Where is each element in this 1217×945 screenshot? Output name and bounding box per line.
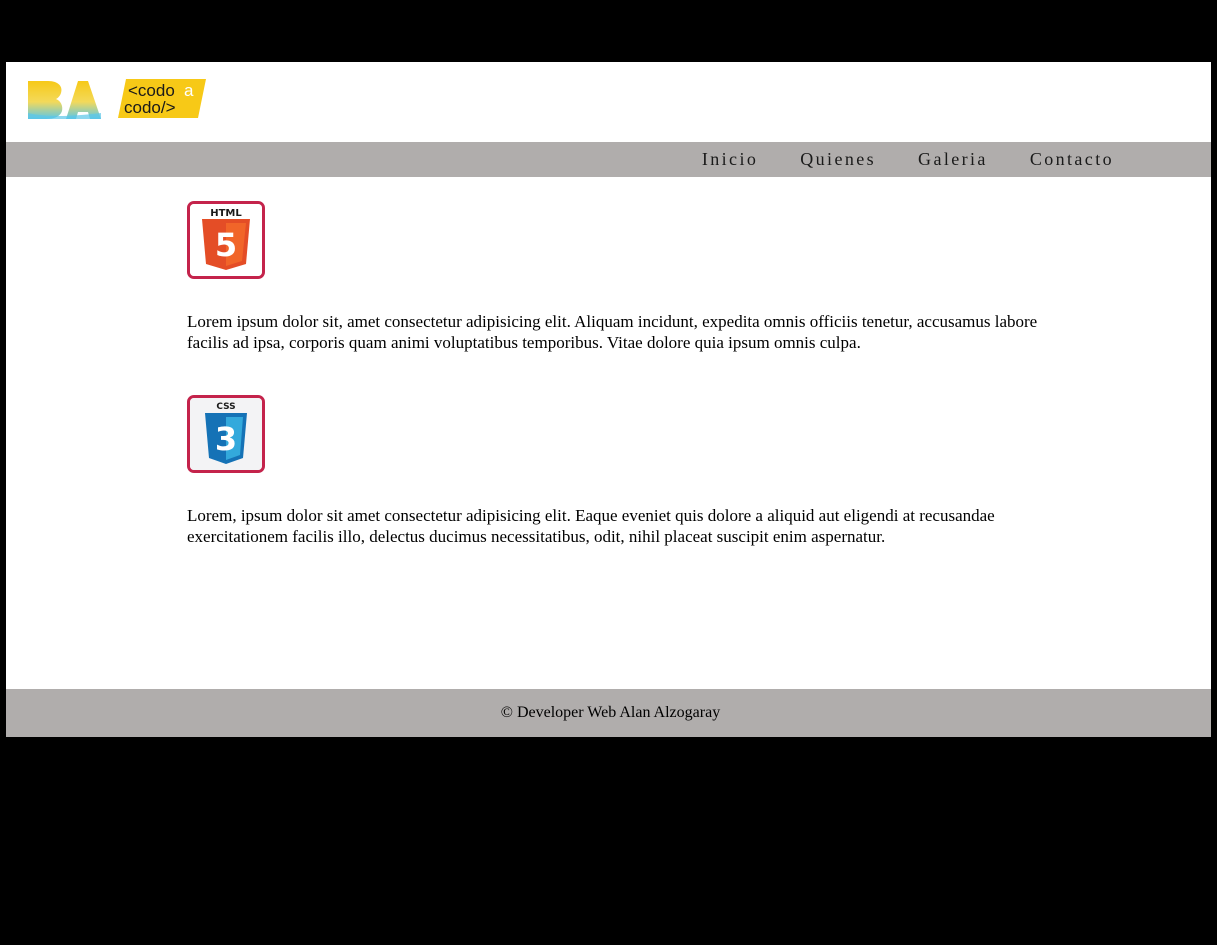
svg-text:codo/>: codo/> — [124, 98, 176, 117]
nav-link-galeria[interactable]: Galeria — [918, 149, 988, 170]
footer-copyright: © Developer Web Alan Alzogaray — [500, 704, 721, 721]
svg-text:HTML: HTML — [210, 208, 242, 219]
css3-icon: CSS 3 — [190, 398, 262, 470]
main-content: HTML 5 Lorem ipsum dolor sit, amet conse… — [187, 201, 1047, 547]
nav-link-contacto[interactable]: Contacto — [1030, 149, 1114, 170]
ba-logo[interactable]: BA — [26, 79, 102, 121]
html-description: Lorem ipsum dolor sit, amet consectetur … — [187, 312, 1038, 352]
svg-text:a: a — [184, 81, 194, 100]
svg-text:CSS: CSS — [216, 402, 235, 412]
css-description: Lorem, ipsum dolor sit amet consectetur … — [187, 506, 995, 546]
html-section: HTML 5 Lorem ipsum dolor sit, amet conse… — [187, 201, 1047, 353]
nav-link-quienes[interactable]: Quienes — [800, 149, 876, 170]
css-section: CSS 3 Lorem, ipsum dolor sit amet consec… — [187, 395, 1047, 547]
nav-link-inicio[interactable]: Inicio — [702, 149, 758, 170]
html5-icon: HTML 5 — [190, 204, 262, 276]
html5-badge: HTML 5 — [187, 201, 265, 279]
footer: © Developer Web Alan Alzogaray — [6, 689, 1211, 737]
nav-menu: Inicio Quienes Galeria Contacto — [702, 142, 1114, 177]
navbar: Inicio Quienes Galeria Contacto — [6, 142, 1211, 177]
codo-a-codo-logo[interactable]: <codo a codo/> — [118, 78, 206, 119]
svg-text:5: 5 — [215, 226, 237, 264]
page: BA <codo a codo/> Inicio Quienes Galeria… — [6, 62, 1211, 737]
svg-text:BA: BA — [64, 107, 66, 110]
css3-badge: CSS 3 — [187, 395, 265, 473]
header: BA <codo a codo/> — [6, 62, 1211, 142]
svg-text:3: 3 — [215, 420, 237, 458]
